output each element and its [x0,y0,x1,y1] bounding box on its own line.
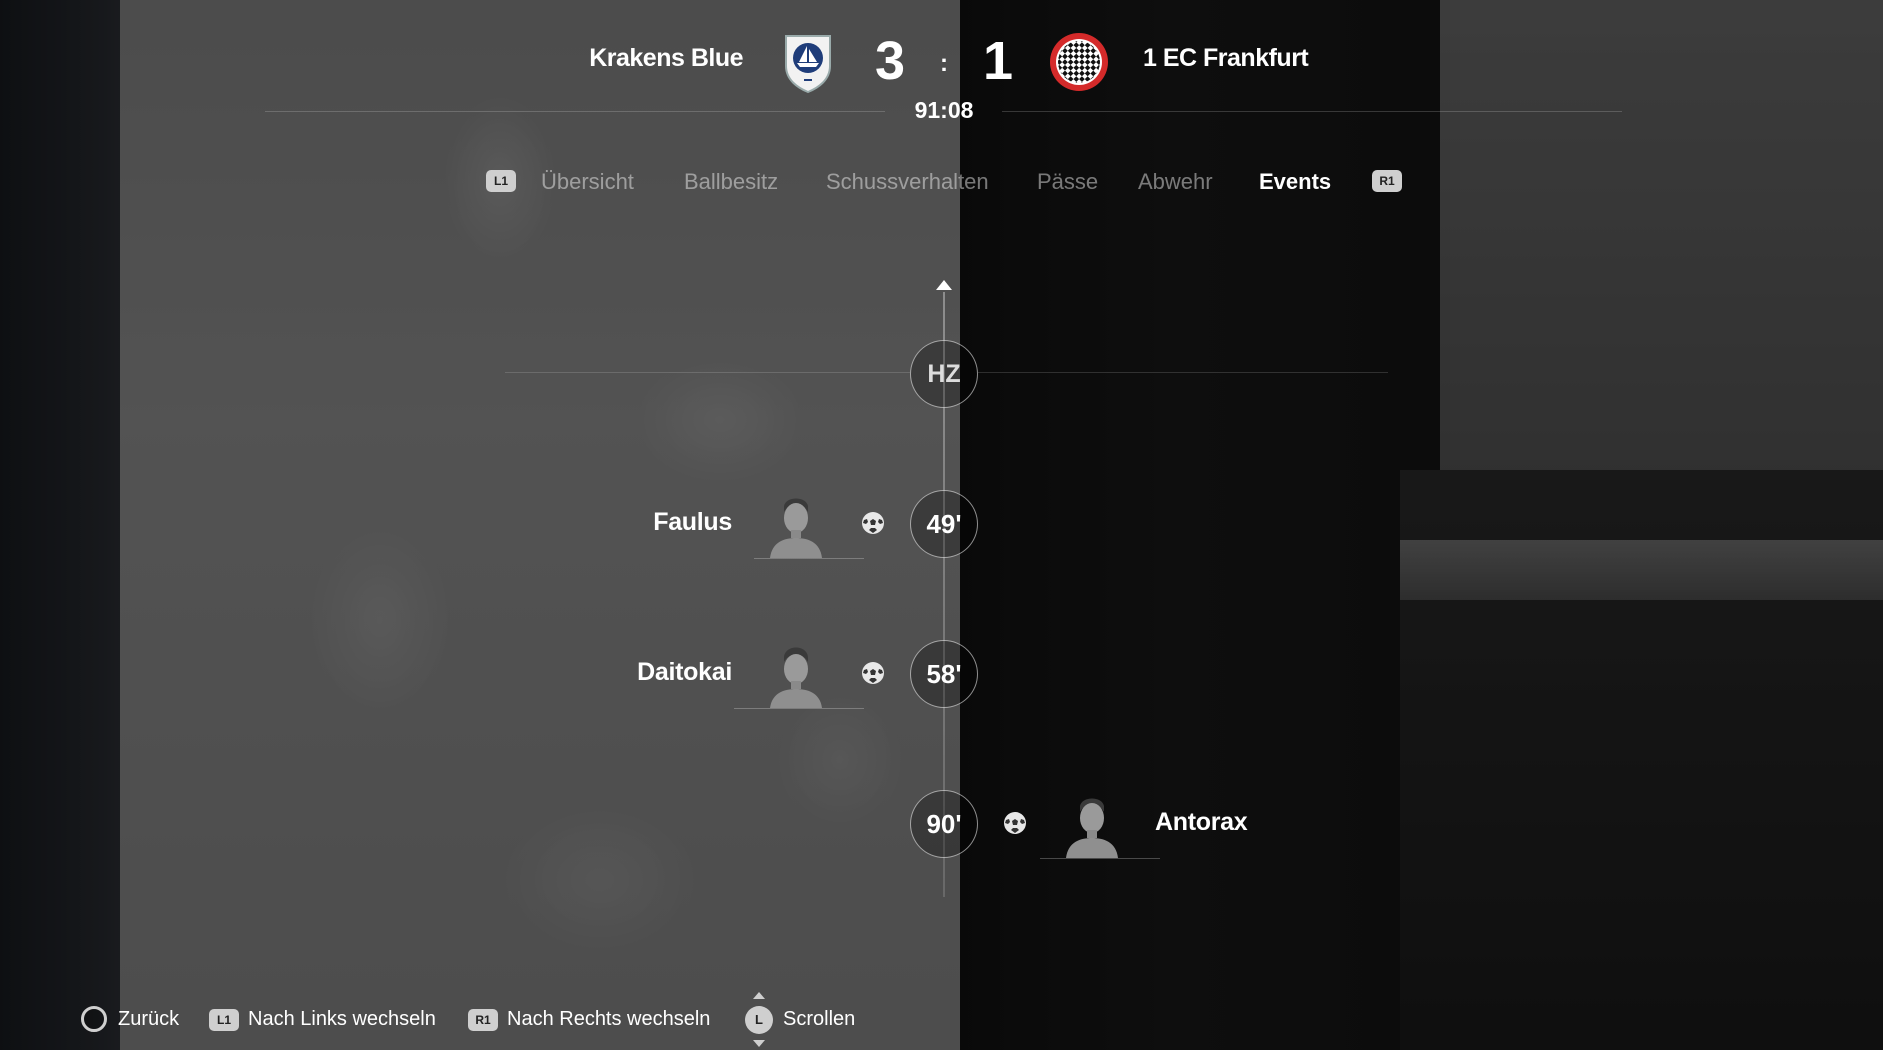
header-divider-right [1002,111,1622,112]
scroll-up-arrow-icon [936,280,952,290]
tab-schussverhalten[interactable]: Schussverhalten [826,168,989,196]
controller-hints: Zurück L1 Nach Links wechseln R1 Nach Re… [0,992,1883,1047]
l1-button-icon[interactable]: L1 [486,170,516,192]
header-divider-left [265,111,885,112]
avatar-baseline [734,708,864,709]
chevron-up-icon [753,992,765,999]
event-minute: 58' [910,640,978,708]
tab-paesse[interactable]: Pässe [1037,168,1098,196]
event-minute: 90' [910,790,978,858]
scroll-hint[interactable]: Scrollen [783,1008,855,1031]
r1-button-icon[interactable]: R1 [468,1009,498,1031]
tab-uebersicht[interactable]: Übersicht [541,168,634,196]
event-player-name: Faulus [653,508,732,536]
tab-ballbesitz[interactable]: Ballbesitz [684,168,778,196]
halftime-marker: HZ [910,340,978,408]
ball-icon [862,512,884,534]
avatar-baseline [754,558,864,559]
match-clock: 91:08 [914,97,974,123]
switch-left-hint[interactable]: Nach Links wechseln [248,1008,436,1031]
away-score: 1 [982,31,1014,91]
switch-right-hint[interactable]: Nach Rechts wechseln [507,1008,710,1031]
stats-tab-bar: L1 Übersicht Ballbesitz Schussverhalten … [0,168,1883,208]
player-avatar-icon [770,498,822,558]
tab-events[interactable]: Events [1259,168,1331,196]
event-minute: 49' [910,490,978,558]
tab-abwehr[interactable]: Abwehr [1138,168,1213,196]
left-stick-icon[interactable]: L [745,1006,773,1034]
l1-button-icon[interactable]: L1 [209,1009,239,1031]
avatar-baseline [1040,858,1160,859]
home-team-name: Krakens Blue [589,44,743,72]
back-hint[interactable]: Zurück [118,1008,179,1031]
halftime-line-left [505,372,910,373]
event-player-name: Daitokai [637,658,732,686]
r1-button-icon[interactable]: R1 [1372,170,1402,192]
ball-icon [1004,812,1026,834]
ship-shield-crest-icon [785,35,831,94]
chevron-down-icon [753,1040,765,1047]
event-player-name: Antorax [1155,808,1248,836]
halftime-line-right [978,372,1388,373]
score-separator: : [940,50,948,77]
circle-button-icon[interactable] [81,1006,107,1032]
ball-icon [862,662,884,684]
player-avatar-icon [1066,798,1118,858]
away-team-name: 1 EC Frankfurt [1143,44,1309,72]
player-avatar-icon [770,647,822,708]
checkered-circle-crest-icon [1050,33,1108,91]
home-score: 3 [874,31,906,91]
